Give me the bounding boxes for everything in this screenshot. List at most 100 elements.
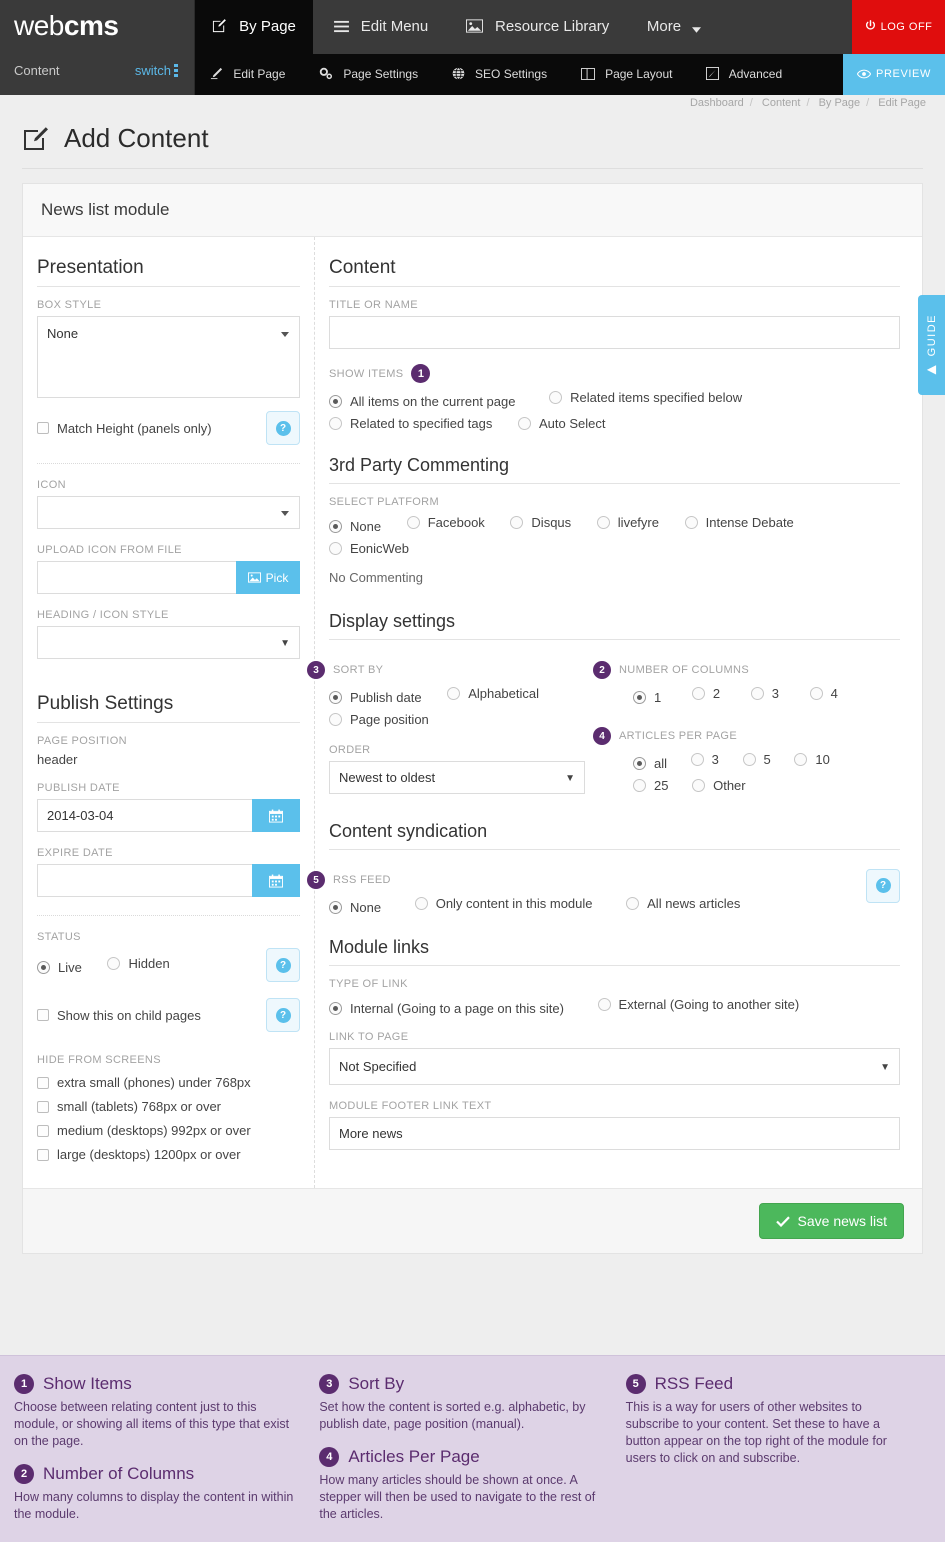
subnav-item-edit-page[interactable]: Edit Page (195, 54, 300, 95)
sort-by-radio-page-position[interactable]: Page position (329, 712, 429, 727)
radio-dot (596, 516, 610, 529)
publish-date-calendar-button[interactable] (252, 799, 300, 832)
nav-item-edit-menu[interactable]: Edit Menu (317, 0, 446, 54)
per-page-radio-group: all 3 5 10 (633, 752, 900, 771)
columns-icon (580, 68, 595, 80)
legend-title-2: Number of Columns (43, 1464, 195, 1483)
per-page-radio-25[interactable]: 25 (633, 778, 668, 793)
show-items-radio-all[interactable]: All items on the current page (329, 394, 515, 409)
nav-item-by-page[interactable]: By Page (195, 0, 313, 54)
expire-date-label: EXPIRE DATE (37, 847, 113, 859)
platform-radio-intense-debate[interactable]: Intense Debate (684, 515, 794, 530)
breadcrumb-item-edit-page[interactable]: Edit Page (878, 97, 926, 109)
brand-subtitle: Content (14, 63, 60, 78)
show-items-radio-tags[interactable]: Related to specified tags (329, 416, 492, 431)
columns-radio-3[interactable]: 3 (750, 686, 779, 701)
subnav-item-seo-settings[interactable]: SEO Settings (437, 54, 562, 95)
type-link-label-1: External (Going to another site) (618, 997, 800, 1012)
columns-radio-4[interactable]: 4 (809, 686, 838, 701)
status-radio-hidden[interactable]: Hidden (107, 956, 170, 971)
platform-radio-disqus[interactable]: Disqus (510, 515, 571, 530)
breadcrumb-item-content[interactable]: Content (762, 97, 801, 109)
pick-button[interactable]: Pick (236, 561, 300, 594)
rss-feed-block: 5 RSS FEED None Only content in this mod… (307, 856, 762, 915)
show-child-help-button[interactable]: ? (266, 998, 300, 1032)
radio-dot (329, 542, 342, 555)
save-news-list-button[interactable]: Save news list (758, 1203, 904, 1239)
rss-radio-all-news[interactable]: All news articles (626, 896, 740, 911)
link-to-page-select[interactable]: Not Specified ▼ (329, 1048, 900, 1085)
main-navigation: By Page Edit Menu Resource Library More … (195, 0, 945, 54)
type-of-link-radio-internal[interactable]: Internal (Going to a page on this site) (329, 1001, 564, 1016)
subnav-item-page-layout[interactable]: Page Layout (566, 54, 688, 95)
sort-by-radio-alphabetical[interactable]: Alphabetical (447, 686, 539, 701)
icon-select[interactable] (37, 496, 300, 531)
match-height-checkbox[interactable]: Match Height (panels only) (37, 421, 212, 436)
platform-radio-none[interactable]: None (329, 519, 381, 534)
legend-badge-2: 2 (14, 1464, 34, 1484)
upload-icon-input[interactable] (37, 561, 236, 594)
show-items-radio-related-below[interactable]: Related items specified below (549, 390, 742, 405)
per-page-radio-3[interactable]: 3 (690, 752, 719, 767)
hide-screen-extra-small[interactable]: extra small (phones) under 768px (37, 1075, 300, 1090)
show-items-radio-auto[interactable]: Auto Select (518, 416, 606, 431)
nav-item-resource-library[interactable]: Resource Library (449, 0, 626, 54)
columns-radio-1[interactable]: 1 (633, 690, 661, 705)
subnav-item-advanced[interactable]: Advanced (691, 54, 797, 95)
rss-radio-only-module[interactable]: Only content in this module (414, 896, 593, 911)
subnav-item-page-settings[interactable]: Page Settings (304, 54, 433, 95)
radio-dot (690, 753, 704, 766)
show-child-checkbox[interactable]: Show this on child pages (37, 1008, 201, 1023)
per-page-radio-5[interactable]: 5 (742, 752, 771, 767)
rss-label: RSS FEED (333, 874, 391, 886)
hide-screen-medium[interactable]: medium (desktops) 992px or over (37, 1123, 300, 1138)
status-help-button[interactable]: ? (266, 948, 300, 982)
breadcrumb-item-dashboard[interactable]: Dashboard (690, 97, 744, 109)
per-page-radio-all[interactable]: all (633, 756, 667, 771)
heading-icon-style-select[interactable]: ▼ (37, 626, 300, 659)
radio-dot (633, 757, 646, 770)
rss-radio-none[interactable]: None (329, 900, 381, 915)
expire-date-input[interactable] (37, 864, 252, 897)
switch-link[interactable]: switch (135, 63, 178, 79)
order-select[interactable]: Newest to oldest ▼ (329, 761, 585, 794)
rss-help-button[interactable]: ? (866, 868, 900, 903)
presentation-column: Presentation BOX STYLE None Match Height… (23, 237, 315, 1188)
per-page-radio-10[interactable]: 10 (794, 752, 830, 767)
box-style-select[interactable]: None (37, 316, 300, 398)
hide-screens-label: HIDE FROM SCREENS (37, 1054, 161, 1066)
switch-dots-icon (174, 64, 178, 79)
expire-date-calendar-button[interactable] (252, 864, 300, 897)
hide-screen-large[interactable]: large (desktops) 1200px or over (37, 1147, 300, 1162)
platform-radio-livefyre[interactable]: livefyre (596, 515, 659, 530)
legend-item-sort-by: 3 Sort By Set how the content is sorted e… (319, 1374, 609, 1433)
guide-tab[interactable]: GUIDE ◀ (918, 295, 945, 395)
legend-column-1: 1 Show Items Choose between relating cont… (14, 1374, 319, 1542)
platform-radio-facebook[interactable]: Facebook (406, 515, 485, 530)
match-height-help-button[interactable]: ? (266, 411, 300, 445)
radio-dot (794, 753, 808, 766)
globe-icon (452, 67, 465, 80)
platform-radio-eonicweb[interactable]: EonicWeb (329, 541, 409, 556)
guide-badge-2: 2 (593, 661, 611, 679)
sort-by-radio-publish-date[interactable]: Publish date (329, 690, 422, 705)
title-or-name-label: TITLE OR NAME (329, 299, 418, 311)
radio-dot (510, 516, 524, 529)
publish-date-input[interactable] (37, 799, 252, 832)
type-of-link-radio-external[interactable]: External (Going to another site) (597, 997, 800, 1012)
log-off-button[interactable]: LOG OFF (852, 0, 945, 54)
preview-button[interactable]: PREVIEW (843, 54, 945, 95)
status-radio-live[interactable]: Live (37, 960, 82, 975)
radio-dot (329, 417, 342, 430)
footer-link-label: MODULE FOOTER LINK TEXT (329, 1100, 492, 1112)
breadcrumb-item-by-page[interactable]: By Page (819, 97, 861, 109)
footer-link-input[interactable] (329, 1117, 900, 1150)
title-or-name-input[interactable] (329, 316, 900, 349)
show-items-label: SHOW ITEMS (329, 367, 404, 380)
nav-item-more[interactable]: More (630, 0, 718, 54)
box-style-value: None (47, 326, 79, 341)
link-to-page-value: Not Specified (339, 1059, 417, 1074)
hide-screen-small[interactable]: small (tablets) 768px or over (37, 1099, 300, 1114)
columns-radio-2[interactable]: 2 (691, 686, 720, 701)
per-page-radio-other[interactable]: Other (692, 778, 746, 793)
